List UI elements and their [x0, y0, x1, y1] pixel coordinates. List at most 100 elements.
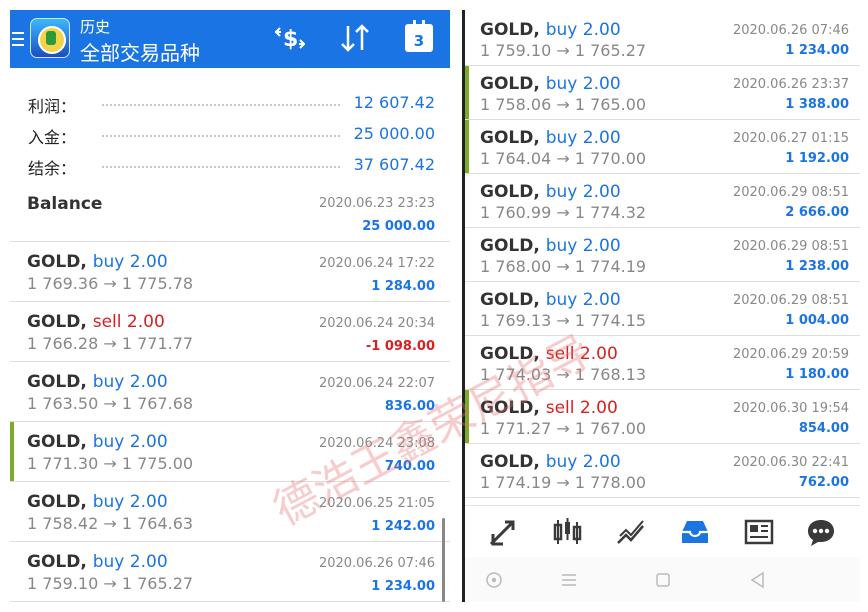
news-icon[interactable] [743, 516, 775, 548]
trade-direction: buy 2.00 [546, 290, 621, 310]
selection-marker [465, 66, 469, 119]
trade-volume: 2.00 [582, 20, 621, 40]
direction-label: buy [545, 452, 578, 472]
trade-row[interactable]: GOLD, sell 2.00 1 766.28 → 1 771.77 2020.0… [10, 302, 450, 362]
app-header: 历史 全部交易品种 $ 3 [10, 10, 450, 68]
direction-label: buy [545, 182, 578, 202]
row-time: 2020.06.25 21:05 [318, 496, 435, 511]
calendar-day: 3 [413, 32, 425, 50]
row-profit: 1 234.00 [371, 579, 435, 594]
trade-direction: buy 2.00 [546, 128, 621, 148]
menu-icon[interactable] [12, 32, 24, 46]
trade-row[interactable]: GOLD, sell 2.00 1 771.27 → 1 767.00 2020.0… [465, 390, 860, 444]
home-icon[interactable] [652, 569, 674, 591]
row-time: 2020.06.24 20:34 [318, 316, 435, 331]
chart-icon[interactable] [551, 516, 583, 548]
summary-label: 入金： [28, 128, 77, 147]
trade-prices: 1 763.50 → 1 767.68 [27, 394, 193, 413]
row-time: 2020.06.24 23:08 [318, 436, 435, 451]
trade-row[interactable]: GOLD, buy 2.00 1 764.04 → 1 770.00 2020.06… [465, 120, 860, 174]
trade-row[interactable]: GOLD, buy 2.00 1 769.36 → 1 775.78 2020.06… [10, 242, 450, 302]
open-price: 1 763.50 [27, 394, 99, 413]
close-price: 1 767.68 [121, 394, 194, 413]
symbol-name: GOLD, [27, 432, 87, 452]
direction-label: sell [92, 312, 122, 332]
direction-label: sell [545, 398, 575, 418]
trade-row[interactable]: GOLD, buy 2.00 1 774.19 → 1 778.00 2020.06… [465, 444, 860, 498]
trade-direction: buy 2.00 [546, 182, 621, 202]
direction-label: buy [92, 432, 125, 452]
history-icon[interactable] [679, 516, 711, 548]
back-icon[interactable] [747, 569, 769, 591]
symbol-name: GOLD, [27, 492, 87, 512]
summary-deposit: 入金： 25 000.00 [10, 119, 450, 149]
system-nav-bar [465, 557, 860, 602]
row-time: 2020.06.26 07:46 [318, 556, 435, 571]
arrow-icon: → [556, 419, 570, 438]
menu-lines-icon[interactable] [558, 569, 580, 591]
row-profit: 1 238.00 [785, 259, 849, 274]
dotted-leader [102, 104, 340, 106]
chat-icon[interactable] [805, 516, 837, 548]
trade-row[interactable]: GOLD, buy 2.00 1 769.13 → 1 774.15 2020.06… [465, 282, 860, 336]
trade-row[interactable]: GOLD, buy 2.00 1 760.99 → 1 774.32 2020.06… [465, 174, 860, 228]
close-price: 1 775.00 [121, 454, 194, 473]
trade-symbol: GOLD, buy 2.00 [480, 20, 621, 40]
symbol-name: GOLD, [27, 552, 87, 572]
balance-row[interactable]: Balance 2020.06.23 23:23 25 000.00 [10, 182, 450, 242]
trade-direction: buy 2.00 [93, 552, 168, 572]
row-time: 2020.06.24 17:22 [318, 256, 435, 271]
trade-prices: 1 759.10 → 1 765.27 [27, 574, 193, 593]
symbol-name: GOLD, [480, 452, 540, 472]
trade-prices: 1 769.13 → 1 774.15 [480, 311, 646, 330]
open-price: 1 759.10 [27, 574, 99, 593]
arrow-icon: → [103, 274, 117, 293]
trade-row[interactable]: GOLD, buy 2.00 1 758.42 → 1 764.63 2020.06… [10, 482, 450, 542]
trade-prices: 1 771.27 → 1 767.00 [480, 419, 646, 438]
trade-direction: buy 2.00 [546, 452, 621, 472]
row-time: 2020.06.24 22:07 [318, 376, 435, 391]
summary-value: 12 607.42 [353, 93, 435, 112]
assistant-icon[interactable] [483, 569, 505, 591]
close-price: 1 764.63 [121, 514, 194, 533]
quotes-icon[interactable] [487, 516, 519, 548]
direction-label: buy [92, 372, 125, 392]
trade-row[interactable]: GOLD, buy 2.00 1 758.06 → 1 765.00 2020.06… [465, 66, 860, 120]
trade-row[interactable]: GOLD, buy 2.00 1 771.30 → 1 775.00 2020.06… [10, 422, 450, 482]
trade-row[interactable]: GOLD, buy 2.00 1 763.50 → 1 767.68 2020.06… [10, 362, 450, 422]
trade-volume: 2.00 [582, 236, 621, 256]
direction-label: buy [545, 290, 578, 310]
symbol-name: GOLD, [480, 182, 540, 202]
close-price: 1 778.00 [574, 473, 647, 492]
open-price: 1 758.06 [480, 95, 552, 114]
trade-row[interactable]: GOLD, buy 2.00 1 759.10 → 1 765.27 2020.06… [10, 542, 450, 602]
symbol-name: GOLD, [480, 74, 540, 94]
currency-filter-icon[interactable]: $ [272, 22, 308, 54]
close-price: 1 765.27 [121, 574, 194, 593]
arrow-icon: → [556, 95, 570, 114]
row-profit: -1 098.00 [365, 339, 435, 354]
trade-volume: 2.00 [129, 432, 168, 452]
trade-row[interactable]: GOLD, buy 2.00 1 768.00 → 1 774.19 2020.06… [465, 228, 860, 282]
account-summary: 利润： 12 607.42 入金： 25 000.00 结余： 37 607.4… [10, 68, 450, 192]
close-price: 1 765.00 [574, 95, 647, 114]
calendar-icon[interactable]: 3 [405, 20, 433, 52]
header-title[interactable]: 全部交易品种 [80, 37, 200, 66]
summary-profit: 利润： 12 607.42 [10, 88, 450, 118]
row-time: 2020.06.30 22:41 [732, 455, 849, 470]
direction-label: buy [545, 128, 578, 148]
trade-direction: buy 2.00 [546, 236, 621, 256]
trade-row[interactable]: GOLD, buy 2.00 1 759.10 → 1 765.27 2020.06… [465, 12, 860, 66]
scrollbar[interactable] [442, 518, 445, 602]
close-price: 1 767.00 [574, 419, 647, 438]
direction-label: buy [92, 252, 125, 272]
dotted-leader [102, 135, 340, 137]
close-price: 1 765.27 [574, 41, 647, 60]
symbol-name: GOLD, [480, 290, 540, 310]
trade-volume: 2.00 [582, 74, 621, 94]
trade-icon[interactable] [615, 516, 647, 548]
sort-icon[interactable] [338, 22, 374, 54]
direction-label: buy [545, 20, 578, 40]
row-profit: 1 234.00 [785, 43, 849, 58]
trade-row[interactable]: GOLD, sell 2.00 1 774.03 → 1 768.13 2020.0… [465, 336, 860, 390]
